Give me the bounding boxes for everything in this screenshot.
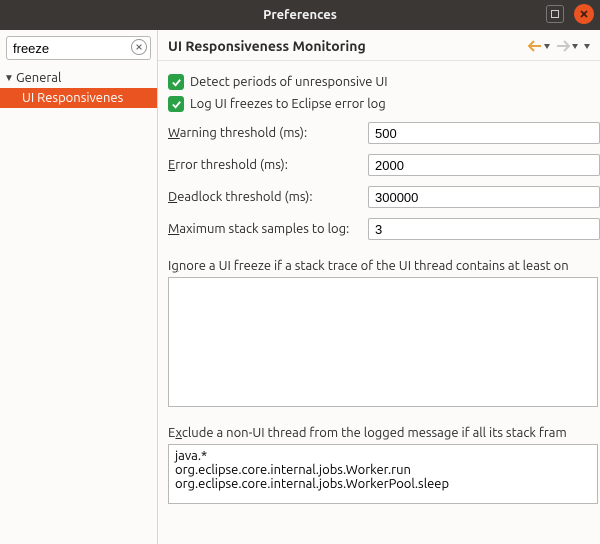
view-menu-button[interactable]: [584, 44, 590, 49]
warning-threshold-label: Warning threshold (ms):: [168, 126, 368, 140]
history-nav: [528, 40, 590, 52]
back-arrow-icon: [528, 40, 542, 52]
log-checkbox[interactable]: [168, 96, 184, 112]
detect-checkbox[interactable]: [168, 74, 184, 90]
tree-item-label: General: [16, 71, 61, 85]
forward-arrow-icon: [556, 40, 570, 52]
dropdown-icon: [584, 44, 590, 49]
tree-item-general[interactable]: ▼ General: [0, 68, 157, 88]
page-title: UI Responsiveness Monitoring: [168, 38, 366, 54]
sidebar: ▼ General UI Responsivenes: [0, 30, 158, 544]
detect-label: Detect periods of unresponsive UI: [190, 75, 388, 89]
back-button[interactable]: [528, 40, 550, 52]
close-icon: [579, 9, 589, 19]
window-title: Preferences: [263, 8, 337, 22]
preferences-tree: ▼ General UI Responsivenes: [0, 66, 157, 108]
error-threshold-label: Error threshold (ms):: [168, 158, 368, 172]
clear-icon: [135, 43, 143, 51]
max-samples-label: Maximum stack samples to log:: [168, 222, 368, 236]
tree-item-ui-responsiveness[interactable]: UI Responsivenes: [0, 88, 157, 108]
check-icon: [171, 77, 182, 88]
clear-filter-button[interactable]: [131, 39, 147, 55]
warning-threshold-input[interactable]: [368, 122, 600, 144]
exclude-label: Exclude a non-UI thread from the logged …: [168, 426, 600, 440]
log-label: Log UI freezes to Eclipse error log: [190, 97, 386, 111]
deadlock-threshold-label: Deadlock threshold (ms):: [168, 190, 368, 204]
tree-item-label: UI Responsivenes: [22, 91, 123, 105]
ignore-textarea[interactable]: [168, 277, 598, 407]
main-panel: UI Responsiveness Monitoring: [158, 30, 600, 544]
filter-input[interactable]: [6, 36, 151, 60]
maximize-icon: [551, 10, 559, 18]
forward-button[interactable]: [556, 40, 578, 52]
ignore-label: Iggnore a UI freeze if a stack trace of …: [168, 259, 600, 273]
dropdown-icon: [544, 44, 550, 49]
check-icon: [171, 99, 182, 110]
close-button[interactable]: [574, 4, 594, 24]
deadlock-threshold-input[interactable]: [368, 186, 600, 208]
error-threshold-input[interactable]: [368, 154, 600, 176]
maximize-button[interactable]: [546, 5, 564, 23]
window-titlebar: Preferences: [0, 0, 600, 30]
exclude-textarea[interactable]: [168, 444, 598, 504]
max-samples-input[interactable]: [368, 218, 600, 240]
dropdown-icon: [572, 44, 578, 49]
expand-icon: ▼: [4, 72, 16, 84]
